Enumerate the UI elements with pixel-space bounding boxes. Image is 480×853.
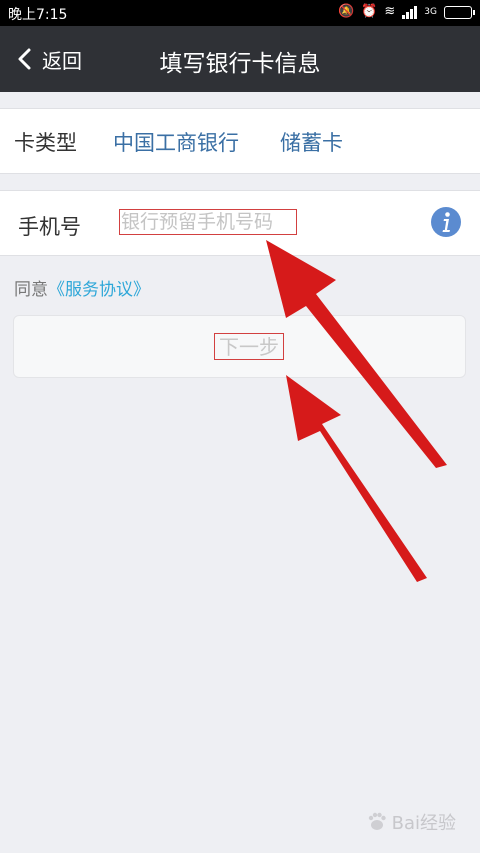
phone-label: 手机号: [18, 215, 81, 239]
phone-row: 手机号: [0, 190, 480, 256]
service-agreement-link[interactable]: 《服务协议》: [48, 280, 150, 300]
wifi-icon: ≋: [384, 4, 396, 19]
card-kind: 储蓄卡: [280, 131, 343, 155]
bank-name: 中国工商银行: [113, 131, 239, 155]
mute-icon: 🔕: [338, 4, 355, 19]
status-icons: 🔕 ⏰ ≋ 3G: [338, 3, 475, 21]
signal-icon: [402, 5, 418, 19]
card-type-label: 卡类型: [14, 131, 77, 155]
nav-bar: 返回 填写银行卡信息: [0, 26, 480, 92]
watermark: Bai经验: [366, 809, 456, 835]
status-bar: 晚上7:15 🔕 ⏰ ≋ 3G: [0, 0, 480, 26]
next-step-button[interactable]: 下一步: [13, 315, 466, 378]
status-time: 晚上7:15: [8, 7, 68, 23]
alarm-icon: ⏰: [361, 4, 378, 19]
network-type: 3G: [424, 6, 437, 17]
annotation-arrow-lower: [286, 375, 427, 582]
agreement-text: 同意《服务协议》: [14, 275, 150, 300]
page-title: 填写银行卡信息: [159, 51, 321, 77]
card-type-row: 卡类型 中国工商银行 储蓄卡: [0, 108, 480, 174]
info-icon[interactable]: [430, 206, 462, 238]
watermark-text: Bai经验: [391, 813, 456, 834]
next-step-label: 下一步: [214, 333, 284, 360]
paw-icon: [368, 812, 386, 830]
agreement-prefix: 同意: [14, 280, 48, 300]
battery-icon: [444, 5, 475, 19]
phone-input[interactable]: [119, 209, 297, 235]
